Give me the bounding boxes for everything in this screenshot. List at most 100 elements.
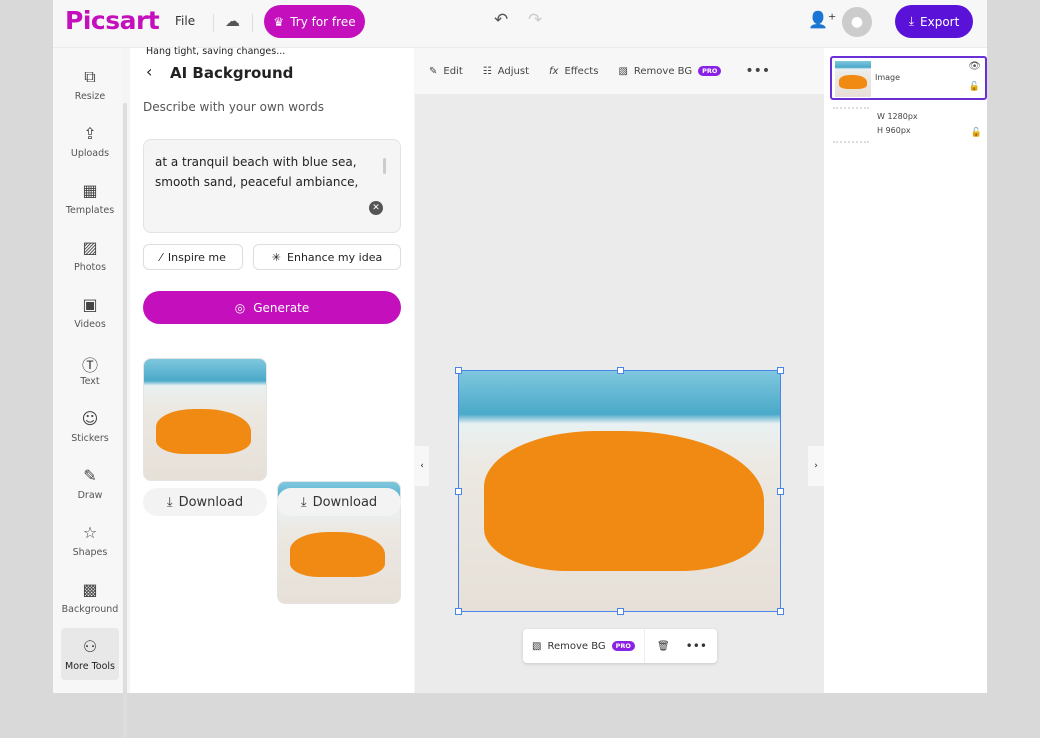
label: Background [61, 603, 119, 615]
photo-icon: ▨ [82, 237, 98, 257]
generate-label: Generate [253, 300, 310, 315]
redo-icon[interactable]: ↷ [528, 10, 542, 30]
remove-bg-button[interactable]: ▧ Remove BG PRO [618, 65, 722, 77]
layer-image[interactable]: Image 👁 🔓 [830, 56, 987, 100]
generate-button[interactable]: ◎ Generate [143, 291, 401, 324]
resize-handle[interactable] [617, 608, 624, 615]
back-chevron-icon[interactable]: ‹ [146, 62, 152, 81]
app: Picsart File ☁ ♛ Try for free ↶ ↷ 👤⁺ ● ⤓ E… [53, 0, 987, 738]
trash-icon[interactable]: 🗑 [645, 641, 682, 652]
resize-handle[interactable] [777, 608, 784, 615]
file-menu[interactable]: File [175, 14, 195, 28]
remove-bg-icon: ▧ [618, 65, 628, 77]
lock-icon[interactable]: 🔓 [969, 82, 980, 92]
resize-handle[interactable] [777, 488, 784, 495]
invite-user-icon[interactable]: 👤⁺ [808, 10, 836, 29]
fx-icon: fx [549, 65, 559, 77]
car-image [484, 431, 764, 571]
sidebar-item-more-tools[interactable]: ⚇ More Tools [61, 628, 119, 680]
download-button-1[interactable]: ⤓ Download [143, 488, 267, 516]
collapse-left-icon[interactable]: ‹ [415, 446, 429, 486]
more-tools-icon: ⚇ [82, 636, 98, 656]
label: Videos [74, 318, 106, 330]
more-options-icon[interactable]: ••• [682, 639, 717, 653]
divider [252, 14, 253, 32]
magic-wand-icon: ⁄ [160, 250, 162, 264]
layer-label: Image [875, 73, 901, 82]
upload-icon: ⇪ [83, 123, 97, 143]
car-image [839, 75, 867, 89]
context-remove-bg-button[interactable]: ▧ Remove BG PRO [523, 629, 645, 663]
avatar[interactable]: ● [842, 7, 872, 37]
sidebar-item-text[interactable]: Ⓣ Text [61, 343, 119, 395]
clear-icon[interactable]: ✕ [369, 201, 383, 215]
sidebar-item-draw[interactable]: ✎ Draw [61, 457, 119, 509]
label: More Tools [65, 660, 115, 672]
sidebar-item-templates[interactable]: ▦ Templates [61, 172, 119, 224]
layer-thumbnail [833, 107, 869, 143]
label: Uploads [70, 147, 110, 159]
describe-label: Describe with your own words [143, 100, 324, 114]
sidebar-scrollbar[interactable] [123, 103, 127, 738]
enhance-label: Enhance my idea [287, 250, 383, 264]
car-image [290, 532, 385, 577]
canvas[interactable]: ‹ › ▧ Remove BG PRO 🗑 ••• [415, 94, 824, 693]
brush-icon: ✎ [83, 465, 97, 485]
try-for-free-button[interactable]: ♛ Try for free [264, 5, 365, 38]
divider [213, 14, 214, 32]
effects-button[interactable]: fx Effects [549, 66, 598, 77]
resize-handle[interactable] [455, 608, 462, 615]
label: Photos [73, 261, 107, 273]
pro-badge: PRO [698, 66, 722, 76]
resize-handle[interactable] [455, 367, 462, 374]
resize-handle[interactable] [617, 367, 624, 374]
sidebar-item-photos[interactable]: ▨ Photos [61, 229, 119, 281]
background-icon: ▩ [82, 579, 98, 599]
download-button-2[interactable]: ⤓ Download [277, 488, 401, 516]
sidebar-item-shapes[interactable]: ☆ Shapes [61, 514, 119, 566]
adjust-label: Adjust [497, 65, 529, 77]
export-label: Export [920, 14, 960, 29]
sidebar-item-uploads[interactable]: ⇪ Uploads [61, 115, 119, 167]
sidebar-item-resize[interactable]: ⧉ Resize [61, 58, 119, 110]
lock-icon[interactable]: 🔓 [971, 128, 982, 138]
prompt-textarea[interactable]: at a tranquil beach with blue sea, smoot… [143, 139, 401, 233]
undo-icon[interactable]: ↶ [494, 10, 508, 30]
resize-handle[interactable] [777, 367, 784, 374]
edit-button[interactable]: ✎ Edit [429, 66, 463, 77]
label: Text [80, 375, 100, 387]
inspire-label: Inspire me [167, 250, 226, 264]
download-icon: ⤓ [300, 494, 307, 510]
more-options-icon[interactable]: ••• [745, 63, 770, 79]
cloud-icon[interactable]: ☁ [225, 12, 240, 30]
car-image [156, 409, 251, 454]
download-icon: ⤓ [908, 14, 915, 28]
sidebar-item-videos[interactable]: ▣ Videos [61, 286, 119, 338]
label: Draw [77, 489, 103, 501]
textarea-scrollbar[interactable] [383, 158, 386, 174]
sidebar-item-background[interactable]: ▩ Background [61, 571, 119, 623]
sidebar: ⧉ Resize ⇪ Uploads ▦ Templates ▨ Photos ▣ Vid… [53, 48, 127, 738]
resize-handle[interactable] [455, 488, 462, 495]
pro-badge: PRO [611, 641, 635, 651]
layer-background[interactable]: W 1280px H 960px 🔓 [830, 104, 987, 148]
inspire-me-button[interactable]: ⁄ Inspire me [143, 244, 243, 270]
image-toolbar: ✎ Edit ☷ Adjust fx Effects ▧ Remove BG PRO ••… [415, 48, 824, 94]
canvas-image[interactable] [455, 367, 784, 615]
export-button[interactable]: ⤓ Export [895, 5, 973, 38]
templates-icon: ▦ [82, 180, 98, 200]
adjust-button[interactable]: ☷ Adjust [483, 66, 529, 77]
collapse-right-icon[interactable]: › [808, 446, 824, 486]
label: Shapes [72, 546, 108, 558]
text-icon: Ⓣ [81, 355, 98, 375]
saving-status: Hang tight, saving changes... [146, 46, 286, 57]
download-label: Download [178, 494, 244, 510]
label: Stickers [71, 432, 109, 444]
enhance-idea-button[interactable]: ✳ Enhance my idea [253, 244, 401, 270]
resize-icon: ⧉ [84, 66, 96, 86]
logo[interactable]: Picsart [65, 6, 160, 35]
result-thumbnail-1[interactable] [143, 358, 267, 481]
sidebar-item-stickers[interactable]: ☺ Stickers [61, 400, 119, 452]
eye-icon[interactable]: 👁 [968, 61, 981, 72]
label: Resize [74, 90, 106, 102]
